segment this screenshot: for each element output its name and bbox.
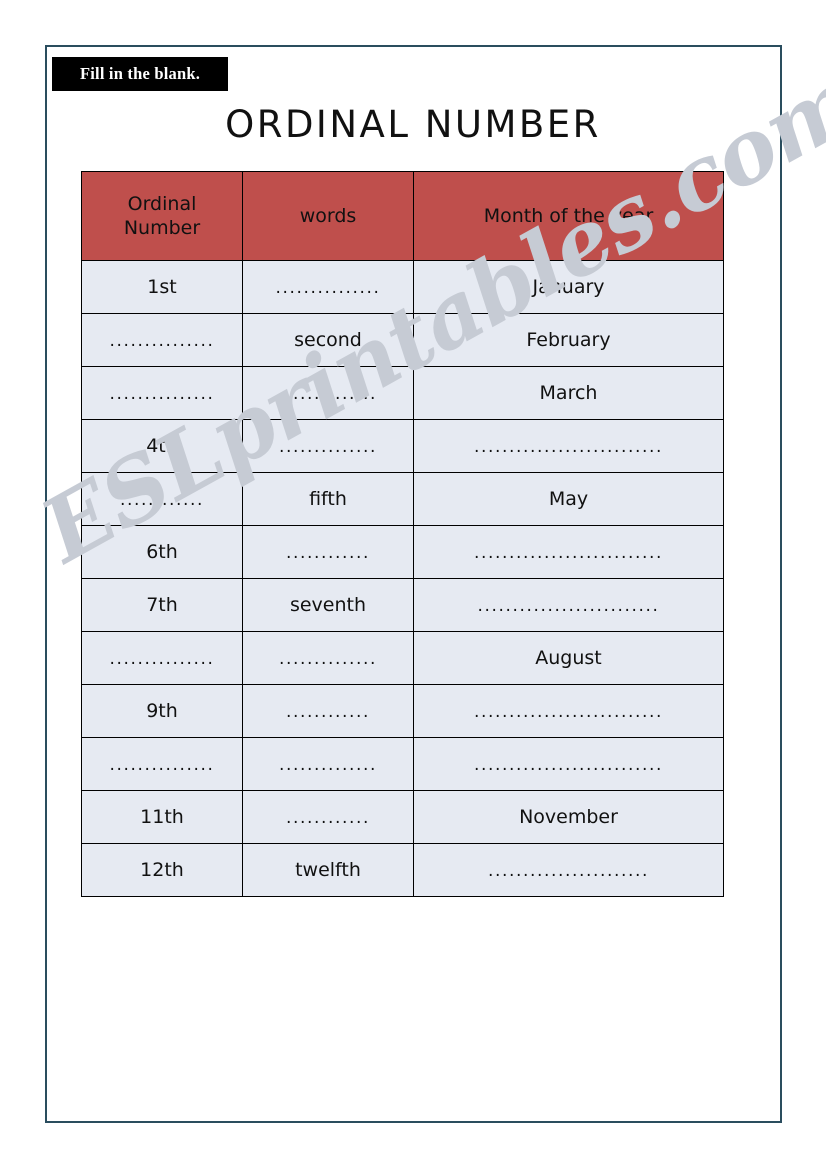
- cell-words[interactable]: ............: [242, 790, 414, 844]
- cell-ordinal-text: ...............: [109, 331, 215, 351]
- cell-words-text: ............: [285, 808, 371, 828]
- cell-words[interactable]: ...............: [242, 260, 414, 314]
- table-row: ............... .............. March: [81, 366, 724, 420]
- cell-words[interactable]: ............: [242, 525, 414, 579]
- table-row: 1st ............... January: [81, 260, 724, 314]
- cell-words[interactable]: ............: [242, 684, 414, 738]
- table-row: ............ fifth May: [81, 472, 724, 526]
- cell-ordinal-text: 7th: [146, 594, 178, 616]
- cell-words-text: ..............: [278, 437, 378, 457]
- instruction-tag: Fill in the blank.: [52, 57, 228, 91]
- cell-month-text: February: [526, 329, 611, 351]
- cell-words-text: fifth: [309, 488, 347, 510]
- cell-month[interactable]: ...........................: [413, 419, 724, 473]
- cell-ordinal-text: 6th: [146, 541, 178, 563]
- column-header-ordinal-number: Ordinal Number: [81, 171, 243, 261]
- cell-month[interactable]: March: [413, 366, 724, 420]
- cell-month-text: March: [539, 382, 598, 404]
- cell-words-text: twelfth: [295, 859, 361, 881]
- cell-ordinal[interactable]: 1st: [81, 260, 243, 314]
- cell-month-text: August: [535, 647, 602, 669]
- cell-month[interactable]: August: [413, 631, 724, 685]
- column-header-ordinal-number-line2: Number: [123, 217, 201, 239]
- cell-ordinal[interactable]: 6th: [81, 525, 243, 579]
- column-header-words-label: words: [299, 204, 357, 227]
- cell-month-text: ..........................: [477, 596, 660, 616]
- cell-ordinal[interactable]: ...............: [81, 631, 243, 685]
- cell-words-text: ..............: [278, 649, 378, 669]
- table-row: 7th seventh ..........................: [81, 578, 724, 632]
- cell-month[interactable]: November: [413, 790, 724, 844]
- cell-month[interactable]: May: [413, 472, 724, 526]
- table-row: 9th ............ .......................…: [81, 684, 724, 738]
- cell-month[interactable]: ...........................: [413, 684, 724, 738]
- cell-month-text: .......................: [487, 861, 650, 881]
- cell-words-text: ............: [285, 702, 371, 722]
- cell-ordinal-text: ...............: [109, 649, 215, 669]
- cell-words[interactable]: second: [242, 313, 414, 367]
- table-row: 12th twelfth .......................: [81, 843, 724, 897]
- cell-month-text: ...........................: [473, 437, 664, 457]
- cell-month-text: January: [532, 276, 605, 298]
- cell-ordinal[interactable]: ...............: [81, 366, 243, 420]
- instruction-tag-label: Fill in the blank.: [79, 64, 201, 83]
- cell-ordinal[interactable]: 9th: [81, 684, 243, 738]
- cell-ordinal-text: 4th: [146, 435, 178, 457]
- table-row: 4th .............. .....................…: [81, 419, 724, 473]
- table-row: ............... .............. August: [81, 631, 724, 685]
- cell-words[interactable]: seventh: [242, 578, 414, 632]
- cell-month[interactable]: January: [413, 260, 724, 314]
- cell-ordinal-text: ............: [119, 490, 205, 510]
- cell-month[interactable]: .......................: [413, 843, 724, 897]
- cell-month[interactable]: ..........................: [413, 578, 724, 632]
- cell-ordinal-text: ...............: [109, 755, 215, 775]
- cell-month-text: November: [519, 806, 618, 828]
- cell-month[interactable]: ...........................: [413, 525, 724, 579]
- table-header: Ordinal Number words Month of the year: [81, 171, 724, 261]
- cell-words[interactable]: ..............: [242, 737, 414, 791]
- cell-ordinal-text: 9th: [146, 700, 178, 722]
- ordinal-number-table: Ordinal Number words Month of the year 1…: [81, 171, 724, 897]
- cell-ordinal-text: 12th: [140, 859, 184, 881]
- column-header-ordinal-number-line1: Ordinal: [127, 192, 197, 215]
- cell-words-text: seventh: [289, 594, 367, 616]
- cell-month-text: ...........................: [473, 543, 664, 563]
- column-header-month-of-the-year: Month of the year: [413, 171, 724, 261]
- cell-month-text: May: [548, 488, 589, 510]
- cell-month[interactable]: February: [413, 313, 724, 367]
- cell-words[interactable]: twelfth: [242, 843, 414, 897]
- cell-words[interactable]: ..............: [242, 631, 414, 685]
- cell-month-text: ...........................: [473, 755, 664, 775]
- cell-words-text: ............: [285, 543, 371, 563]
- cell-ordinal-text: 11th: [140, 806, 184, 828]
- cell-ordinal[interactable]: 12th: [81, 843, 243, 897]
- cell-words[interactable]: fifth: [242, 472, 414, 526]
- cell-words[interactable]: ..............: [242, 419, 414, 473]
- cell-words-text: ...............: [275, 278, 381, 298]
- table-row: 11th ............ November: [81, 790, 724, 844]
- cell-words[interactable]: ..............: [242, 366, 414, 420]
- cell-month[interactable]: ...........................: [413, 737, 724, 791]
- table-row: ............... .............. .........…: [81, 737, 724, 791]
- table-body: 1st ............... January ............…: [81, 260, 724, 897]
- cell-ordinal[interactable]: ............: [81, 472, 243, 526]
- cell-ordinal[interactable]: 4th: [81, 419, 243, 473]
- column-header-words: words: [242, 171, 414, 261]
- cell-ordinal-text: 1st: [147, 276, 177, 298]
- column-header-month-label: Month of the year: [483, 204, 654, 227]
- cell-ordinal[interactable]: 11th: [81, 790, 243, 844]
- cell-words-text: ..............: [278, 755, 378, 775]
- table-header-row: Ordinal Number words Month of the year: [81, 171, 724, 261]
- cell-words-text: second: [294, 329, 362, 351]
- cell-ordinal[interactable]: ...............: [81, 313, 243, 367]
- cell-words-text: ..............: [278, 384, 378, 404]
- cell-ordinal-text: ...............: [109, 384, 215, 404]
- cell-ordinal[interactable]: 7th: [81, 578, 243, 632]
- table-row: 6th ............ .......................…: [81, 525, 724, 579]
- cell-ordinal[interactable]: ...............: [81, 737, 243, 791]
- page-title: ORDINAL NUMBER: [225, 103, 601, 146]
- table-row: ............... second February: [81, 313, 724, 367]
- cell-month-text: ...........................: [473, 702, 664, 722]
